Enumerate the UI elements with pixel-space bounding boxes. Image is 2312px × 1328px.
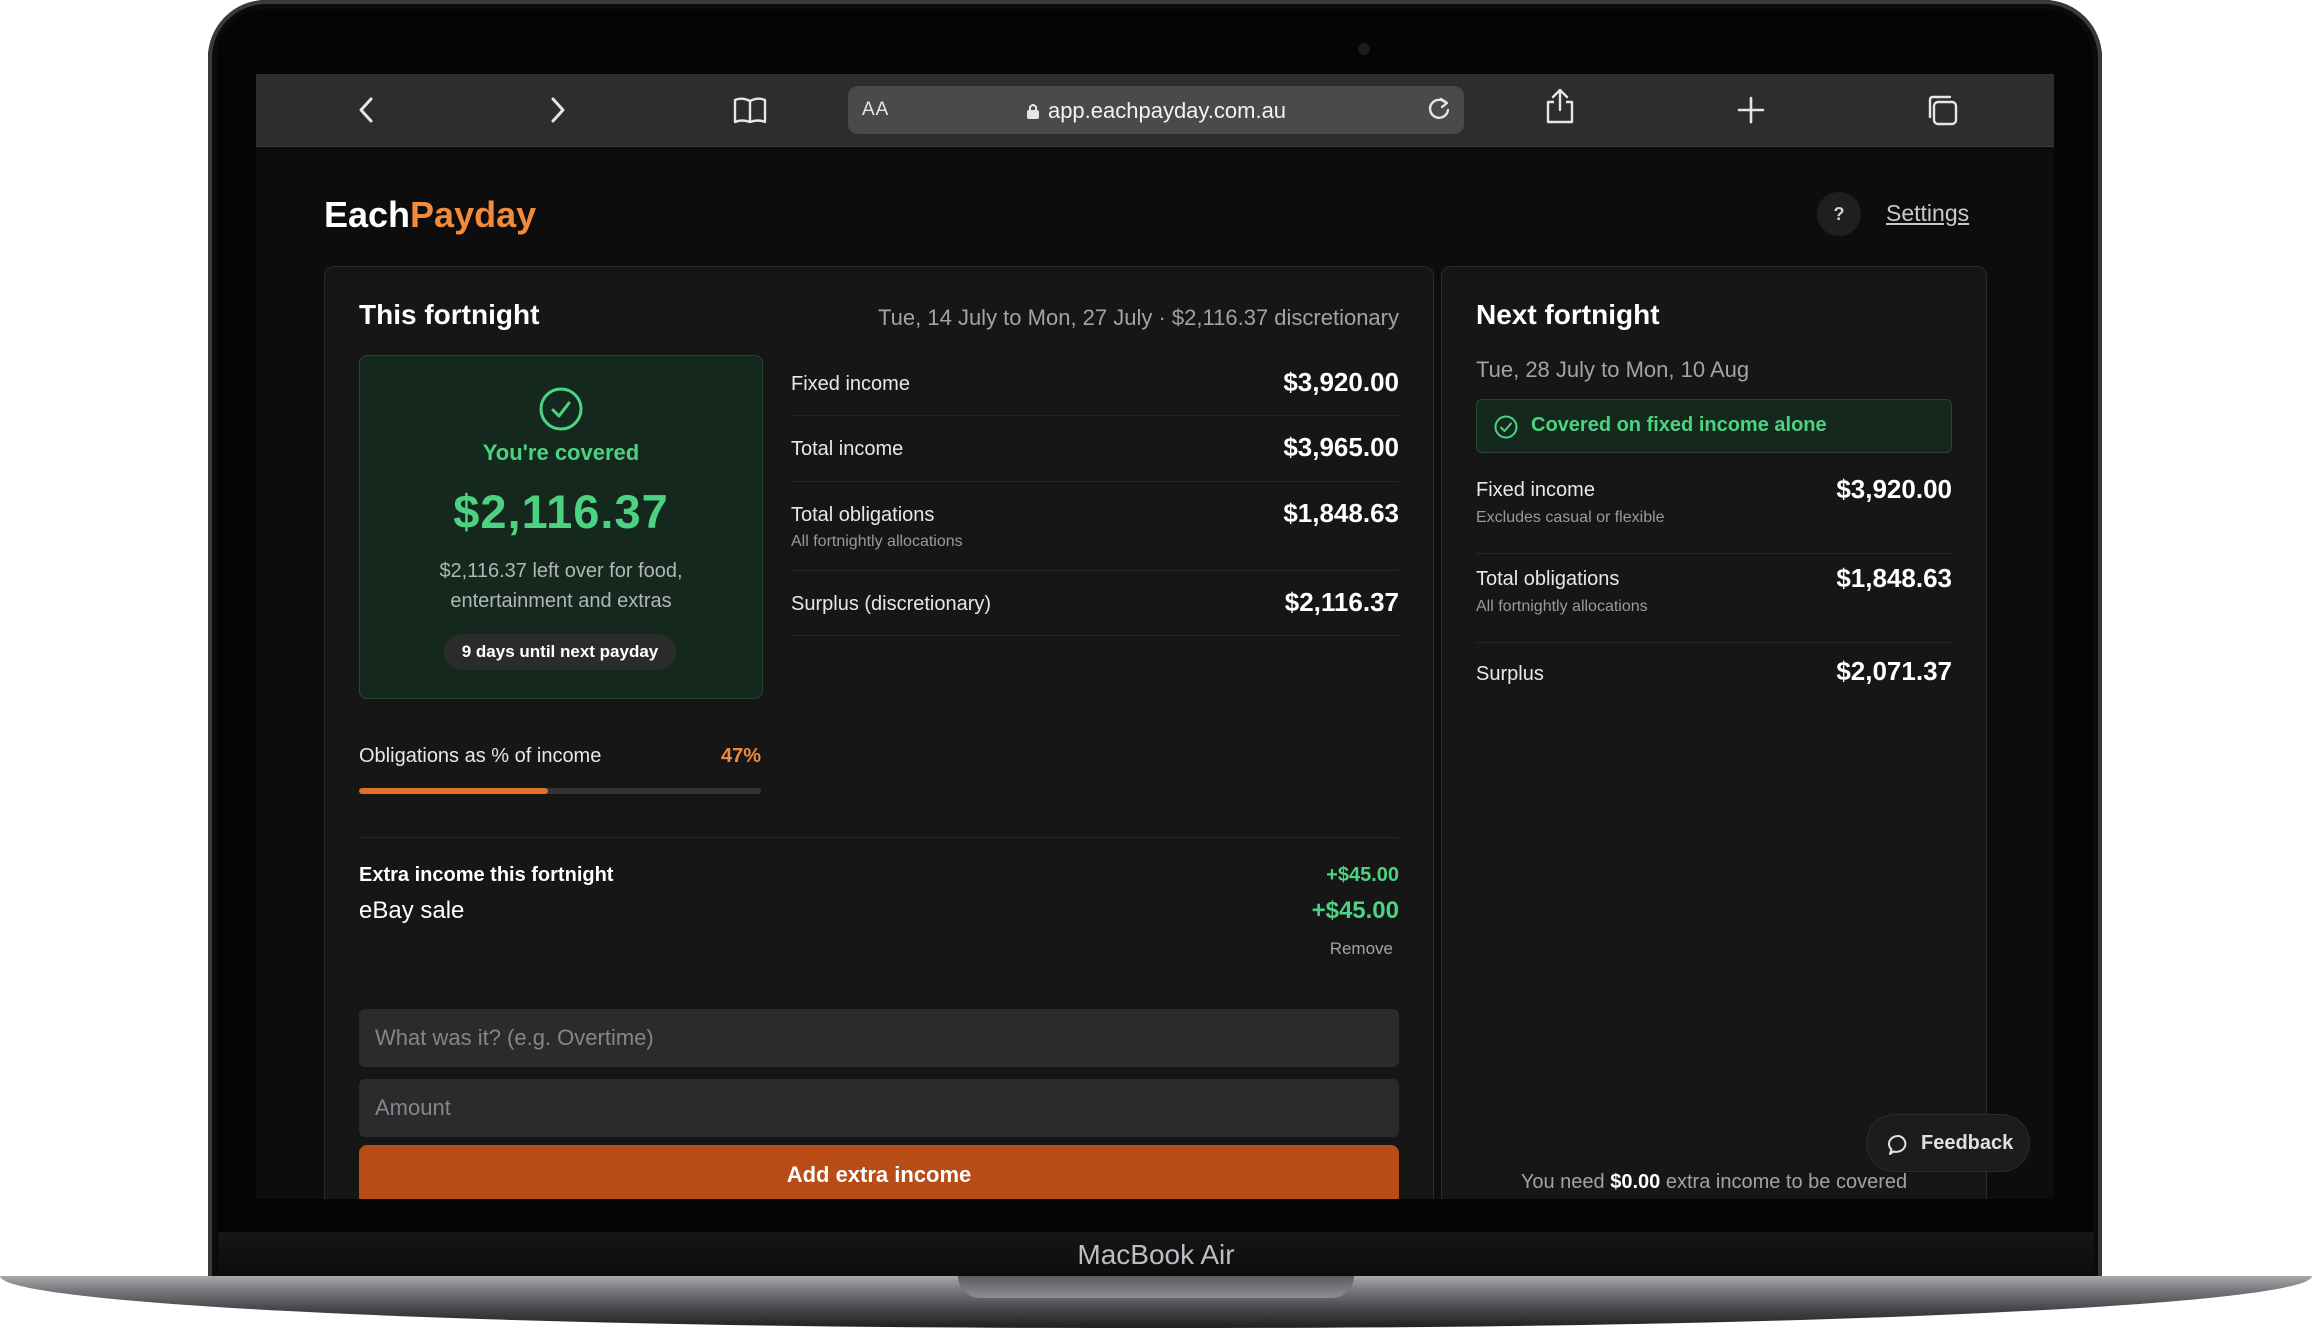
row-label: Total obligations — [1476, 568, 1620, 590]
divider — [359, 837, 1399, 838]
row-fixed-income: Fixed income Excludes casual or flexible… — [1476, 465, 1952, 554]
row-surplus: Surplus $2,071.37 — [1476, 643, 1952, 709]
this-fortnight-title: This fortnight — [359, 299, 540, 330]
extra-income-needed-text: You need $0.00 extra income to be covere… — [1442, 1171, 1986, 1194]
leftover-text: $2,116.37 left over for food, entertainm… — [439, 560, 683, 612]
next-fortnight-title: Next fortnight — [1476, 299, 1660, 330]
app-logo[interactable]: EachPayday — [324, 194, 536, 236]
obligations-label: Obligations as % of income — [359, 745, 602, 767]
covered-status: You're covered — [482, 440, 640, 465]
need-prefix: You need — [1520, 1171, 1605, 1193]
row-label: Surplus — [1476, 663, 1544, 685]
row-value: $3,965.00 — [1283, 432, 1399, 462]
row-sublabel: All fortnightly allocations — [791, 533, 963, 550]
row-label: Fixed income — [1476, 479, 1595, 501]
row-sublabel: All fortnightly allocations — [1476, 598, 1648, 615]
row-surplus: Surplus (discretionary) $2,116.37 — [791, 571, 1399, 636]
row-sublabel: Excludes casual or flexible — [1476, 509, 1665, 526]
row-total-income: Total income $3,965.00 — [791, 416, 1399, 482]
obligations-percent: 47% — [720, 745, 761, 767]
row-value: $2,071.37 — [1836, 656, 1952, 686]
covered-banner: Covered on fixed income alone — [1476, 399, 1952, 453]
url-text: app.eachpayday.com.au — [1047, 98, 1287, 123]
check-circle-icon — [538, 386, 584, 437]
help-button[interactable]: ? — [1817, 192, 1861, 236]
days-until-payday-badge: 9 days until next payday — [444, 634, 676, 670]
row-total-obligations: Total obligations All fortnightly alloca… — [791, 482, 1399, 571]
obligations-progress-bar — [359, 788, 761, 794]
row-value: $3,920.00 — [1283, 367, 1399, 397]
browser-toolbar: AA app.eachpayday.com.au — [256, 74, 2054, 147]
covered-summary: You're covered $2,116.37 $2,116.37 left … — [359, 355, 763, 699]
chat-bubble-icon — [1887, 1133, 1911, 1163]
row-label: Total obligations — [791, 504, 935, 526]
device-label: MacBook Air — [218, 1232, 2094, 1278]
laptop-hinge-notch — [958, 1276, 1354, 1298]
extra-income-total: +$45.00 — [1326, 864, 1399, 886]
back-icon[interactable] — [348, 92, 384, 128]
extra-income-title: Extra income this fortnight — [359, 864, 614, 886]
extra-item-name: eBay sale — [359, 897, 465, 924]
this-fortnight-card: This fortnight Tue, 14 July to Mon, 27 J… — [324, 266, 1434, 1199]
forward-icon[interactable] — [540, 92, 576, 128]
logo-each-text: Each — [324, 194, 411, 235]
check-circle-icon — [1493, 414, 1519, 445]
row-value: $2,116.37 — [1284, 587, 1399, 617]
share-icon[interactable] — [1542, 88, 1578, 124]
row-label: Surplus (discretionary) — [791, 593, 992, 615]
next-fortnight-card: Next fortnight Tue, 28 July to Mon, 10 A… — [1441, 266, 1987, 1199]
row-value: $1,848.63 — [1836, 563, 1952, 593]
add-extra-income-button[interactable]: Add extra income — [359, 1145, 1399, 1199]
row-label: Total income — [791, 438, 904, 460]
address-bar[interactable]: AA app.eachpayday.com.au — [848, 86, 1464, 134]
row-label: Fixed income — [791, 373, 910, 395]
tabs-overview-icon[interactable] — [1924, 92, 1960, 128]
row-fixed-income: Fixed income $3,920.00 — [791, 351, 1399, 416]
feedback-label: Feedback — [1921, 1132, 2014, 1154]
extra-income-description-input[interactable] — [359, 1009, 1399, 1067]
extra-item-amount: +$45.00 — [1311, 897, 1399, 924]
camera — [1358, 43, 1370, 55]
settings-link[interactable]: Settings — [1886, 200, 1969, 227]
screen: AA app.eachpayday.com.au EachPayday ? Se… — [256, 74, 2054, 1199]
lock-icon — [1026, 100, 1040, 126]
extra-income-amount-input[interactable] — [359, 1079, 1399, 1137]
feedback-button[interactable]: Feedback — [1866, 1114, 2030, 1172]
remove-extra-item-button[interactable]: Remove — [1330, 939, 1393, 959]
bookmarks-icon[interactable] — [732, 92, 768, 128]
next-fortnight-range: Tue, 28 July to Mon, 10 Aug — [1476, 357, 1750, 382]
this-fortnight-range: Tue, 14 July to Mon, 27 July · $2,116.37… — [878, 305, 1399, 330]
logo-payday-text: Payday — [410, 194, 537, 235]
reload-icon[interactable] — [1424, 94, 1454, 129]
need-amount: $0.00 — [1610, 1171, 1661, 1193]
need-suffix: extra income to be covered — [1665, 1171, 1908, 1193]
covered-banner-text: Covered on fixed income alone — [1531, 414, 1827, 436]
discretionary-amount: $2,116.37 — [453, 485, 669, 538]
row-value: $1,848.63 — [1283, 498, 1399, 528]
new-tab-icon[interactable] — [1733, 92, 1769, 128]
row-total-obligations: Total obligations All fortnightly alloca… — [1476, 554, 1952, 643]
row-value: $3,920.00 — [1836, 474, 1952, 504]
obligations-progress-fill — [359, 788, 548, 794]
